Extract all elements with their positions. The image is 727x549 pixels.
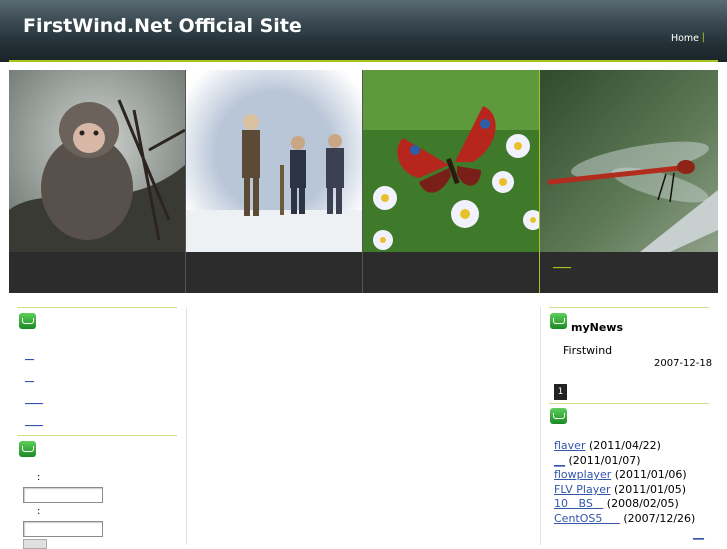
recent-item-link[interactable]: __ [554, 454, 565, 467]
right-box-rule [549, 307, 709, 308]
banner-caption: ____ [540, 252, 718, 293]
recent-item-link[interactable]: FLV Player [554, 483, 611, 496]
recent-item: CentOS5 (2007/12/26) [554, 512, 695, 525]
menu-link-1[interactable]: __ [25, 351, 34, 361]
hikers-snow-photo[interactable] [186, 70, 362, 252]
mynews-title: myNews [571, 321, 624, 334]
menu-link-3[interactable]: ____ [25, 395, 43, 405]
menu-section-icon [19, 313, 36, 329]
login-button[interactable] [23, 539, 47, 549]
password-label: : [37, 506, 41, 517]
recent-item-date: (2011/01/06) [611, 468, 687, 481]
dragonfly-photo[interactable] [540, 70, 718, 252]
photo-banner: ____ [9, 70, 718, 293]
header-divider [9, 60, 718, 62]
recent-item-link[interactable]: 10 BS [554, 497, 603, 510]
news-page-number[interactable]: 1 [554, 384, 567, 400]
banner-caption [363, 252, 539, 293]
recent-item-date: (2011/01/05) [610, 483, 686, 496]
username-input[interactable] [23, 487, 103, 503]
recent-item-date: (2008/02/05) [603, 497, 679, 510]
recent-item-link[interactable]: CentOS5 [554, 512, 620, 525]
monkey-photo[interactable] [9, 70, 185, 252]
banner-caption [9, 252, 185, 293]
site-title: FirstWind.Net Official Site [23, 15, 302, 37]
banner-cell-dragonfly: ____ [540, 70, 718, 293]
banner-cell-hikers [186, 70, 362, 293]
recent-item: FLV Player (2011/01/05) [554, 483, 686, 496]
right-box-rule [549, 403, 709, 404]
recent-item: flaver (2011/04/22) [554, 439, 661, 452]
menu-link-4[interactable]: ____ [25, 417, 43, 427]
recent-item-date: (2011/01/07) [565, 454, 641, 467]
left-box-rule [17, 307, 177, 308]
recent-item: flowplayer (2011/01/06) [554, 468, 687, 481]
butterfly-photo[interactable] [363, 70, 539, 252]
recent-section-icon [550, 408, 567, 424]
banner-cell-butterfly [363, 70, 539, 293]
banner-caption-link[interactable]: ____ [553, 259, 571, 269]
site-header: FirstWind.Net Official Site Home | [0, 0, 727, 62]
left-column-divider [186, 307, 187, 545]
news-date: 2007-12-18 [654, 358, 713, 369]
nav-separator: | [701, 32, 705, 43]
menu-link-2[interactable]: __ [25, 373, 34, 383]
mynews-section-icon [550, 313, 567, 329]
banner-caption [186, 252, 362, 293]
left-box-rule [17, 435, 177, 436]
recent-more-link[interactable]: __ [693, 527, 704, 540]
recent-item: __ (2011/01/07) [554, 454, 640, 467]
recent-item-link[interactable]: flowplayer [554, 468, 611, 481]
news-author: Firstwind [563, 344, 613, 357]
recent-item: 10 BS (2008/02/05) [554, 497, 679, 510]
recent-item-date: (2011/04/22) [585, 439, 661, 452]
recent-item-link[interactable]: flaver [554, 439, 585, 452]
right-column-divider [540, 307, 541, 545]
username-label: : [37, 472, 41, 483]
banner-cell-monkey [9, 70, 185, 293]
password-input[interactable] [23, 521, 103, 537]
nav-home-link[interactable]: Home [671, 33, 699, 44]
login-section-icon [19, 441, 36, 457]
recent-item-date: (2007/12/26) [619, 512, 696, 525]
